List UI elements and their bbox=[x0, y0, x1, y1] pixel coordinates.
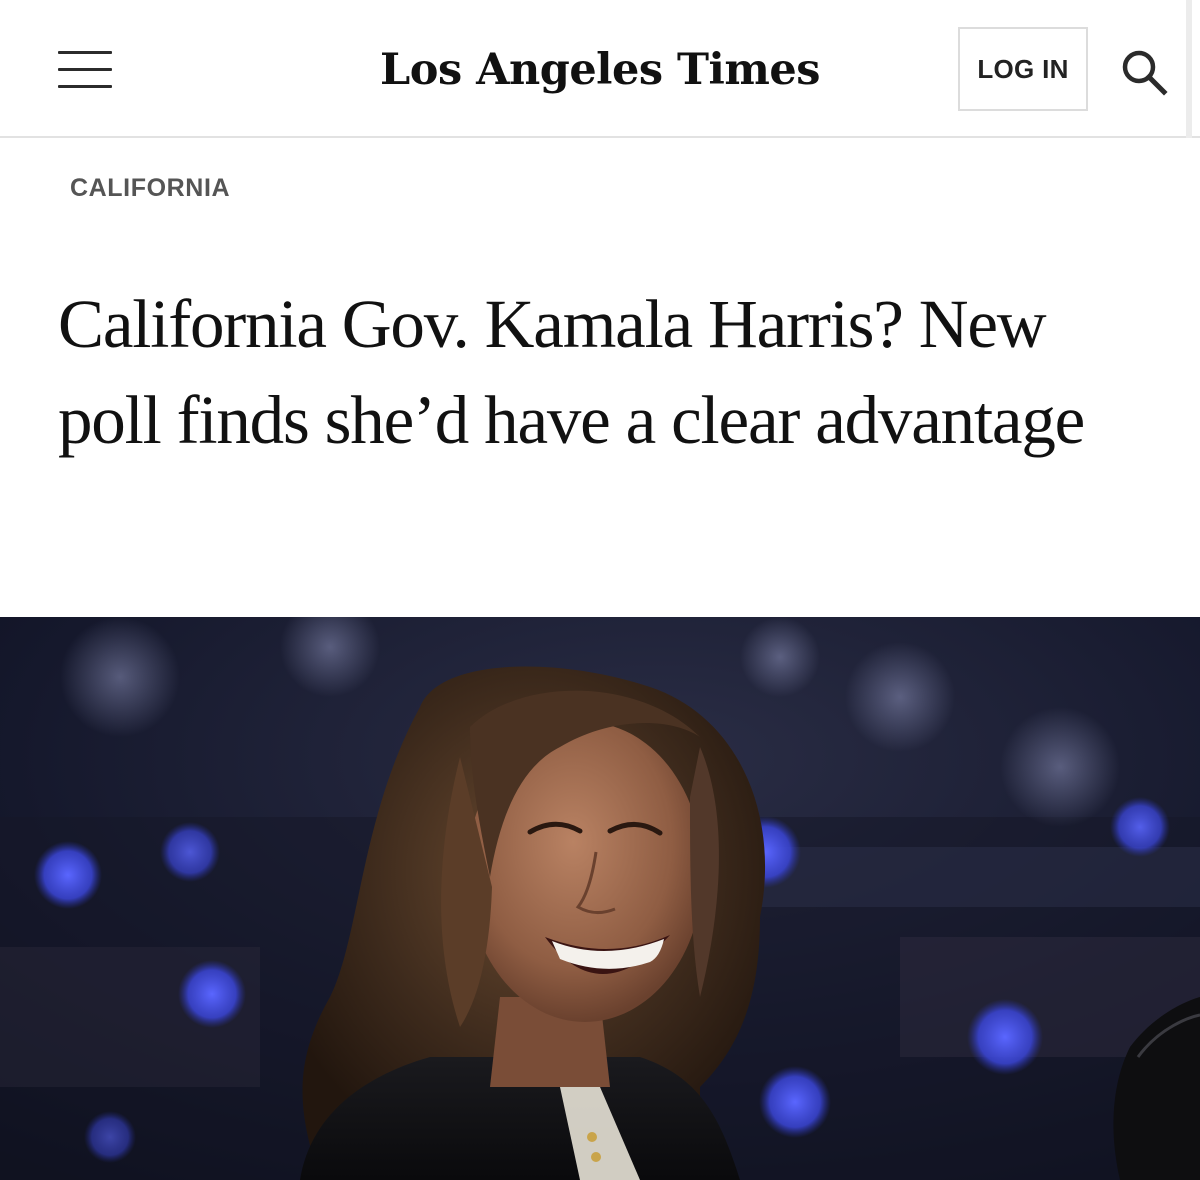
hamburger-menu-icon[interactable] bbox=[58, 50, 112, 90]
page: Los Angeles Times LOG IN CALIFORNIA Cali… bbox=[0, 0, 1200, 1180]
site-header: Los Angeles Times LOG IN bbox=[0, 0, 1200, 138]
lead-photo bbox=[0, 617, 1200, 1180]
lead-photo-image bbox=[0, 617, 1200, 1180]
section-label[interactable]: CALIFORNIA bbox=[70, 174, 230, 203]
menu-bar bbox=[58, 51, 112, 54]
login-button[interactable]: LOG IN bbox=[958, 27, 1088, 111]
menu-bar bbox=[58, 68, 112, 71]
scrollbar[interactable] bbox=[1186, 0, 1192, 138]
search-icon-glyph bbox=[1122, 50, 1168, 96]
article-headline: California Gov. Kamala Harris? New poll … bbox=[58, 286, 1085, 458]
masthead-logo[interactable]: Los Angeles Times bbox=[372, 38, 828, 102]
search-icon[interactable] bbox=[1118, 46, 1170, 98]
menu-bar bbox=[58, 85, 112, 88]
